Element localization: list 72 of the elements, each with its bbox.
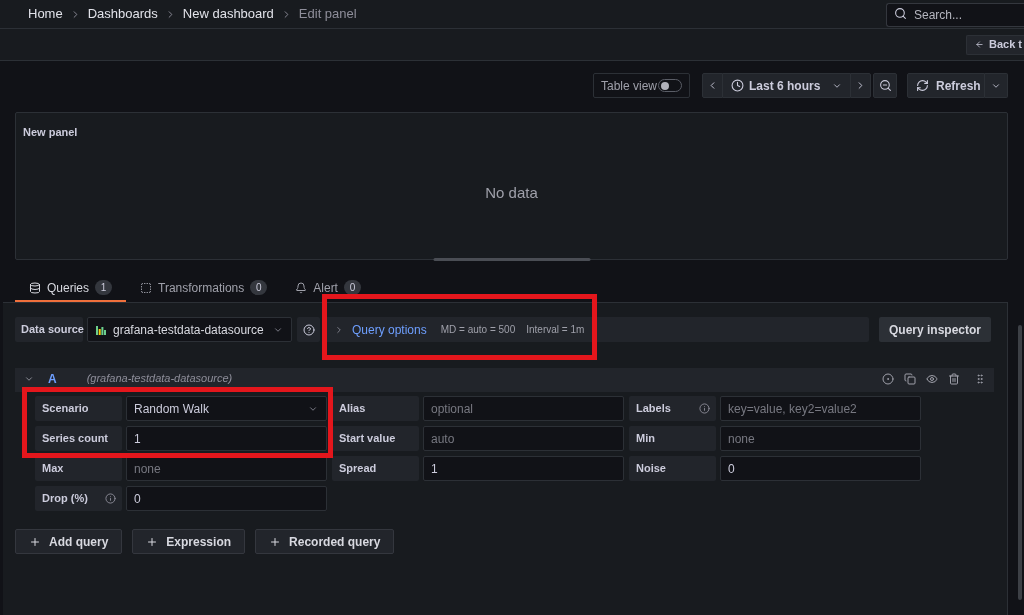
text-field[interactable]: 1 — [126, 426, 327, 451]
field-label: Spread — [332, 456, 419, 481]
query-option-stat: Interval = 1m — [526, 323, 585, 337]
add-button[interactable]: Recorded query — [255, 529, 395, 554]
field-label: Alias — [332, 396, 419, 421]
time-range-picker[interactable]: Last 6 hours — [723, 73, 850, 98]
bell-icon — [295, 281, 308, 294]
tab[interactable]: Transformations 0 — [126, 275, 282, 302]
query-inspector-button[interactable]: Query inspector — [879, 317, 991, 342]
text-field[interactable]: optional — [423, 396, 624, 421]
field-label: Start value — [332, 426, 419, 451]
ring-icon[interactable] — [882, 372, 894, 385]
database-icon — [29, 281, 41, 294]
plus-icon — [29, 535, 41, 548]
breadcrumb-link[interactable]: New dashboard — [182, 4, 274, 24]
zoom-out-icon — [878, 79, 892, 92]
toggle-switch[interactable] — [658, 79, 682, 92]
bars-logo-icon — [96, 324, 106, 335]
field-label: Labels — [636, 401, 671, 417]
scrollbar-thumb[interactable] — [1018, 325, 1022, 600]
current-page-label: Edit panel — [298, 5, 357, 24]
count-badge: 1 — [95, 280, 113, 295]
query-option-stat: MD = auto = 500 — [440, 323, 516, 337]
panel-title: New panel — [23, 126, 78, 138]
query-source: (grafana-testdata-datasource) — [86, 373, 233, 384]
copy-icon[interactable] — [904, 372, 916, 385]
breadcrumb-link[interactable]: Home — [28, 4, 63, 24]
search-icon — [894, 7, 907, 20]
text-field[interactable]: 0 — [720, 456, 921, 481]
zoom-out-button[interactable] — [873, 73, 897, 98]
empty-message: No data — [485, 182, 538, 203]
previous-range-button[interactable] — [702, 73, 723, 98]
tab[interactable]: Alert 0 — [281, 275, 375, 302]
info-icon[interactable] — [105, 493, 116, 504]
toggle-label: Table view — [601, 77, 658, 95]
text-field[interactable]: key=value, key2=value2 — [720, 396, 921, 421]
field-label: Noise — [629, 456, 716, 481]
arrow-left-icon — [974, 40, 984, 49]
clock-icon — [731, 79, 744, 92]
text-field[interactable]: auto — [423, 426, 624, 451]
add-button[interactable]: Add query — [15, 529, 123, 554]
field-label: Min — [629, 426, 716, 451]
add-button[interactable]: Expression — [132, 529, 246, 554]
search-field[interactable]: Search... — [886, 3, 1024, 27]
field-label: Scenario — [35, 396, 122, 421]
data-source-select[interactable]: grafana-testdata-datasource — [87, 317, 292, 342]
refresh-button[interactable]: Refresh — [907, 73, 985, 98]
eye-icon[interactable] — [926, 372, 938, 385]
text-field[interactable]: none — [126, 456, 327, 481]
trash-icon[interactable] — [948, 372, 960, 385]
refresh-icon — [916, 79, 929, 92]
text-field[interactable]: none — [720, 426, 921, 451]
info-icon[interactable] — [699, 403, 710, 414]
field-label: Drop (%) — [42, 491, 88, 507]
help-button[interactable] — [297, 317, 320, 342]
text-field[interactable]: 0 — [126, 486, 327, 511]
query-ref[interactable]: A — [48, 372, 57, 385]
dashed-square-icon — [140, 281, 153, 294]
count-badge: 0 — [250, 280, 268, 295]
field-label: Series count — [35, 426, 122, 451]
resize-handle[interactable] — [433, 258, 590, 261]
plus-icon — [146, 535, 159, 548]
field-label: Max — [35, 456, 122, 481]
plus-icon — [269, 535, 282, 548]
data-source-label: Data source — [15, 317, 83, 342]
help-icon — [302, 323, 315, 336]
dropdown-field[interactable]: Random Walk — [126, 396, 327, 421]
back-button[interactable]: Back t — [965, 34, 1024, 55]
drag-handle-icon[interactable] — [974, 372, 986, 385]
text-field[interactable]: 1 — [423, 456, 624, 481]
query-options-toggle[interactable]: Query options — [352, 320, 427, 339]
breadcrumb-link[interactable]: Dashboards — [87, 4, 158, 24]
